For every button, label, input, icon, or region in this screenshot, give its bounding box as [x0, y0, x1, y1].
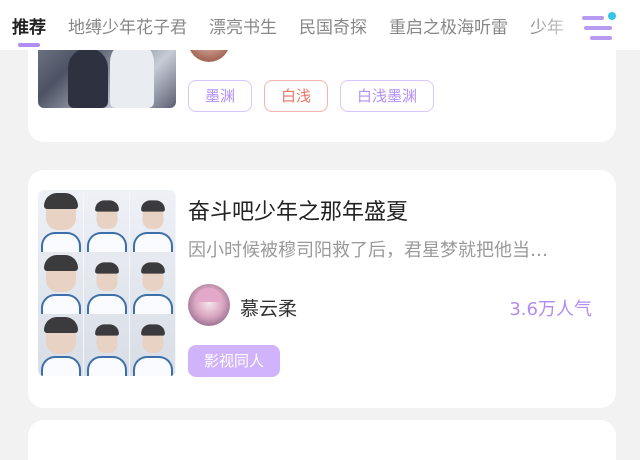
tab-pretty-scholar[interactable]: 漂亮书生 [209, 13, 277, 38]
story-title[interactable]: 奋斗吧少年之那年盛夏 [188, 194, 408, 226]
tab-reboot-sea[interactable]: 重启之极海听雷 [389, 13, 508, 38]
tag-baiqian[interactable]: 白浅 [264, 80, 329, 112]
tag-baiqian-moyuan[interactable]: 白浅墨渊 [340, 80, 435, 112]
author-name[interactable]: 慕云柔 [240, 294, 297, 321]
popularity-count: 3.6万人气 [509, 299, 592, 320]
tab-recommend[interactable]: 推荐 [12, 13, 46, 47]
story-cover-image [38, 190, 176, 376]
tag-moyuan[interactable]: 墨渊 [188, 80, 253, 112]
tab-hanako-kun[interactable]: 地缚少年花子君 [68, 13, 187, 38]
menu-lines-icon[interactable] [582, 12, 616, 44]
tag-list: 影视同人 [188, 345, 292, 377]
tab-republic-detective[interactable]: 民国奇探 [299, 13, 367, 38]
tab-list: 推荐 地缚少年花子君 漂亮书生 民国奇探 重启之极海听雷 少年 [12, 0, 586, 50]
next-story-card[interactable] [28, 420, 616, 460]
tab-bar: 推荐 地缚少年花子君 漂亮书生 民国奇探 重启之极海听雷 少年 [0, 0, 640, 50]
tag-list: 墨渊 白浅 白浅墨渊 [188, 80, 446, 112]
story-description: 因小时候被穆司阳救了后，君星梦就把他当… [188, 240, 548, 261]
author-avatar[interactable] [188, 284, 230, 326]
story-card[interactable]: 奋斗吧少年之那年盛夏 因小时候被穆司阳救了后，君星梦就把他当… 慕云柔 3.6万… [28, 170, 616, 408]
tag-film-fanfic[interactable]: 影视同人 [188, 345, 281, 377]
notification-dot [608, 12, 616, 20]
